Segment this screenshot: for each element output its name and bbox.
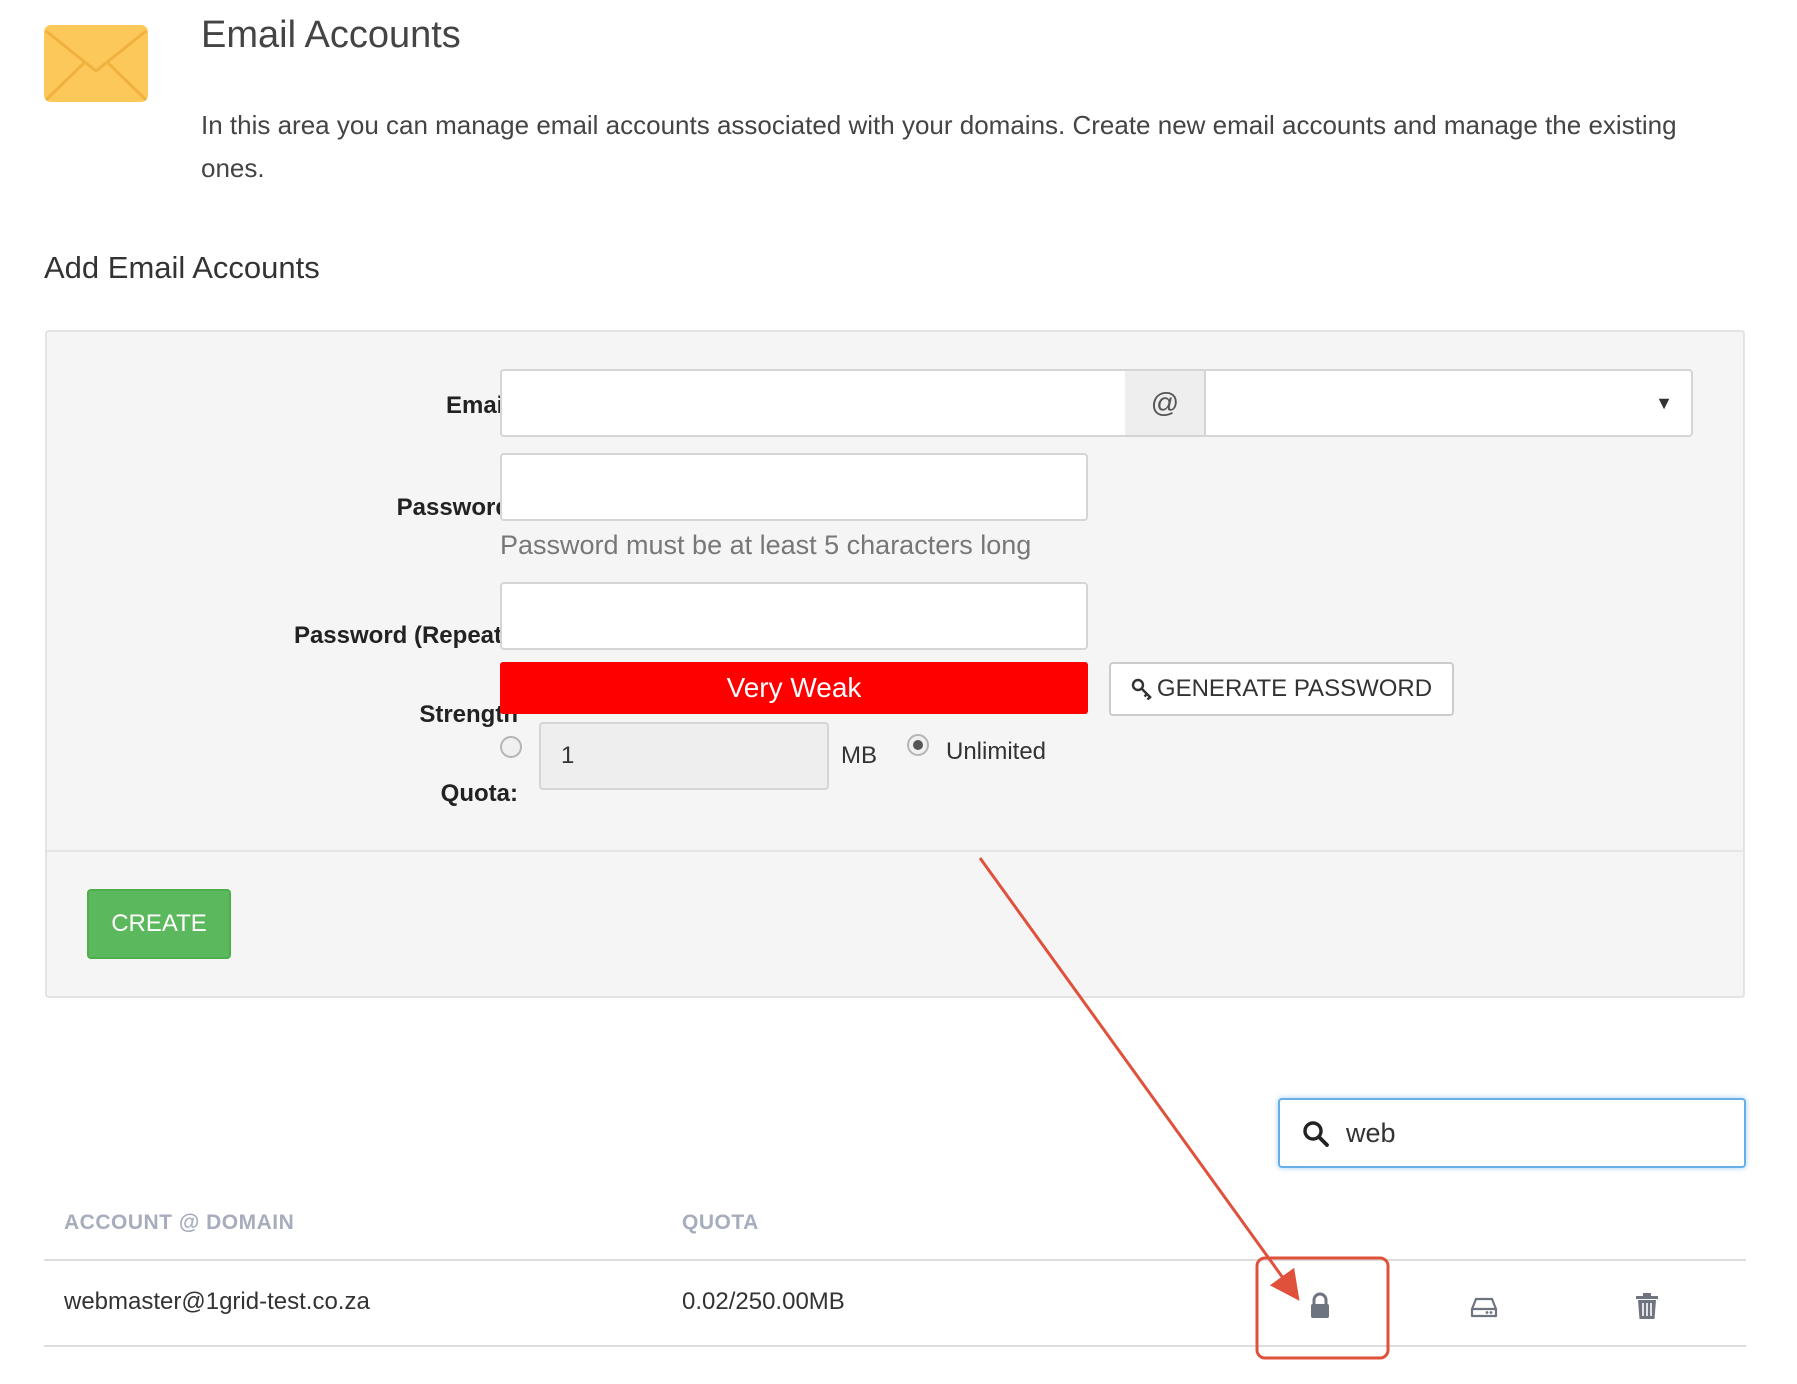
row-account: webmaster@1grid-test.co.za [64,1288,370,1315]
password-repeat-label: Password (Repeat): [293,622,518,649]
search-icon [1303,1121,1329,1147]
lock-icon[interactable] [1305,1291,1335,1321]
row-quota: 0.02/250.00MB [682,1288,845,1315]
page-description: In this area you can manage email accoun… [201,110,1677,183]
create-button[interactable]: CREATE [87,889,231,959]
page-title: Email Accounts [201,14,461,56]
page: Email Accounts In this area you can mana… [0,0,1797,1384]
domain-select[interactable]: ▼ [1204,369,1693,437]
table-header-divider [44,1259,1746,1261]
quota-unit-label: MB [841,742,877,769]
password-help-text: Password must be at least 5 characters l… [500,530,1032,560]
envelope-icon [44,25,148,102]
search-box[interactable] [1278,1098,1746,1168]
password-repeat-input[interactable] [500,582,1088,650]
add-email-form: Email: @ ▼ Password: Password must be at… [45,330,1745,998]
password-input[interactable] [500,453,1088,521]
unlimited-label: Unlimited [946,738,1047,765]
caret-down-icon: ▼ [1655,393,1673,413]
strength-meter: Very Weak [500,662,1088,714]
at-addon: @ [1125,369,1205,437]
column-header-quota[interactable]: QUOTA [682,1211,759,1235]
strength-text: Very Weak [726,672,862,703]
quota-unlimited-radio[interactable] [907,734,929,756]
form-divider [47,850,1743,852]
quota-label: Quota: [440,780,518,807]
generate-password-button[interactable]: GENERATE PASSWORD [1109,662,1454,716]
search-input[interactable] [1344,1104,1734,1162]
quota-input[interactable] [539,722,829,790]
trash-icon[interactable] [1632,1291,1662,1321]
column-header-account[interactable]: ACCOUNT @ DOMAIN [64,1211,294,1235]
generate-password-label: GENERATE PASSWORD [1156,675,1433,702]
quota-limited-radio[interactable] [500,736,522,758]
add-section-title: Add Email Accounts [44,250,320,285]
email-user-input[interactable] [500,369,1127,437]
hdd-icon[interactable] [1469,1291,1499,1321]
key-icon [1131,678,1152,700]
table-row-divider [44,1345,1746,1347]
